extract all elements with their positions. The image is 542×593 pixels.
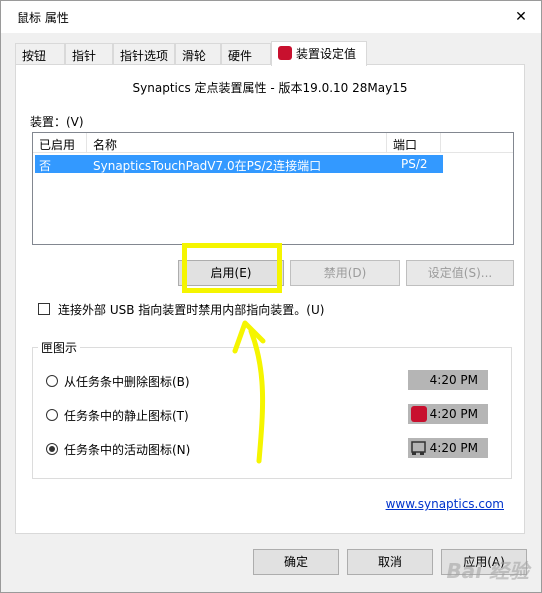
radio-remove-icon[interactable] bbox=[46, 375, 58, 387]
tab-hardware[interactable]: 硬件 bbox=[221, 43, 271, 65]
tab-buttons[interactable]: 按钮 bbox=[15, 43, 65, 65]
cell-enabled: 否 bbox=[39, 159, 52, 173]
synaptics-static-icon bbox=[411, 406, 427, 422]
window-title: 鼠标 属性 bbox=[17, 11, 69, 25]
cell-name: SynapticsTouchPadV7.0在PS/2连接端口 bbox=[93, 159, 322, 173]
tab-pointer-options[interactable]: 指针选项 bbox=[113, 43, 175, 65]
tray-preview-none: 4:20 PM bbox=[408, 370, 488, 390]
list-header: 已启用 名称 端口 bbox=[33, 133, 513, 153]
cell-port: PS/2 bbox=[401, 157, 428, 171]
radio-animated-icon-label: 任务条中的活动图标(N) bbox=[64, 443, 191, 457]
devices-list[interactable]: 已启用 名称 端口 否 SynapticsTouchPadV7.0在PS/2连接… bbox=[32, 132, 514, 245]
disable-button[interactable]: 禁用(D) bbox=[290, 260, 400, 286]
synaptics-animated-icon bbox=[411, 440, 427, 456]
tab-device-settings[interactable]: 装置设定值 bbox=[271, 41, 367, 66]
table-row[interactable]: 否 SynapticsTouchPadV7.0在PS/2连接端口 PS/2 bbox=[35, 155, 443, 173]
settings-button[interactable]: 设定值(S)... bbox=[406, 260, 514, 286]
ok-button[interactable]: 确定 bbox=[253, 549, 339, 575]
tray-preview-animated: 4:20 PM bbox=[408, 438, 488, 458]
close-icon: ✕ bbox=[515, 9, 527, 25]
column-port[interactable]: 端口 bbox=[387, 133, 441, 153]
mouse-properties-dialog: 鼠标 属性 ✕ 按钮 指针 指针选项 滑轮 硬件 装置设定值 Synaptics… bbox=[0, 0, 542, 593]
devices-label: 装置：(V) bbox=[30, 115, 84, 129]
radio-animated-icon[interactable] bbox=[46, 443, 58, 455]
radio-static-icon[interactable] bbox=[46, 409, 58, 421]
close-button[interactable]: ✕ bbox=[501, 1, 541, 33]
version-header: Synaptics 定点装置属性 - 版本19.0.10 28May15 bbox=[132, 81, 408, 95]
radio-remove-icon-label: 从任务条中删除图标(B) bbox=[64, 375, 190, 389]
synaptics-website-link[interactable]: www.synaptics.com bbox=[386, 497, 504, 511]
tray-group-title: 匣图示 bbox=[38, 339, 81, 356]
synaptics-logo-icon bbox=[278, 46, 292, 60]
tab-wheel[interactable]: 滑轮 bbox=[175, 43, 221, 65]
title-bar: 鼠标 属性 ✕ bbox=[1, 1, 541, 33]
tray-preview-static: 4:20 PM bbox=[408, 404, 488, 424]
column-enabled[interactable]: 已启用 bbox=[33, 133, 87, 153]
disable-internal-checkbox[interactable] bbox=[38, 303, 50, 315]
radio-static-icon-label: 任务条中的静止图标(T) bbox=[64, 409, 189, 423]
column-name[interactable]: 名称 bbox=[87, 133, 387, 153]
tab-pointers[interactable]: 指针 bbox=[65, 43, 113, 65]
baidu-watermark: Bai 经验 bbox=[446, 559, 529, 583]
cancel-button[interactable]: 取消 bbox=[347, 549, 433, 575]
annotation-highlight-box bbox=[182, 243, 282, 293]
annotation-arrow-icon bbox=[232, 320, 266, 464]
